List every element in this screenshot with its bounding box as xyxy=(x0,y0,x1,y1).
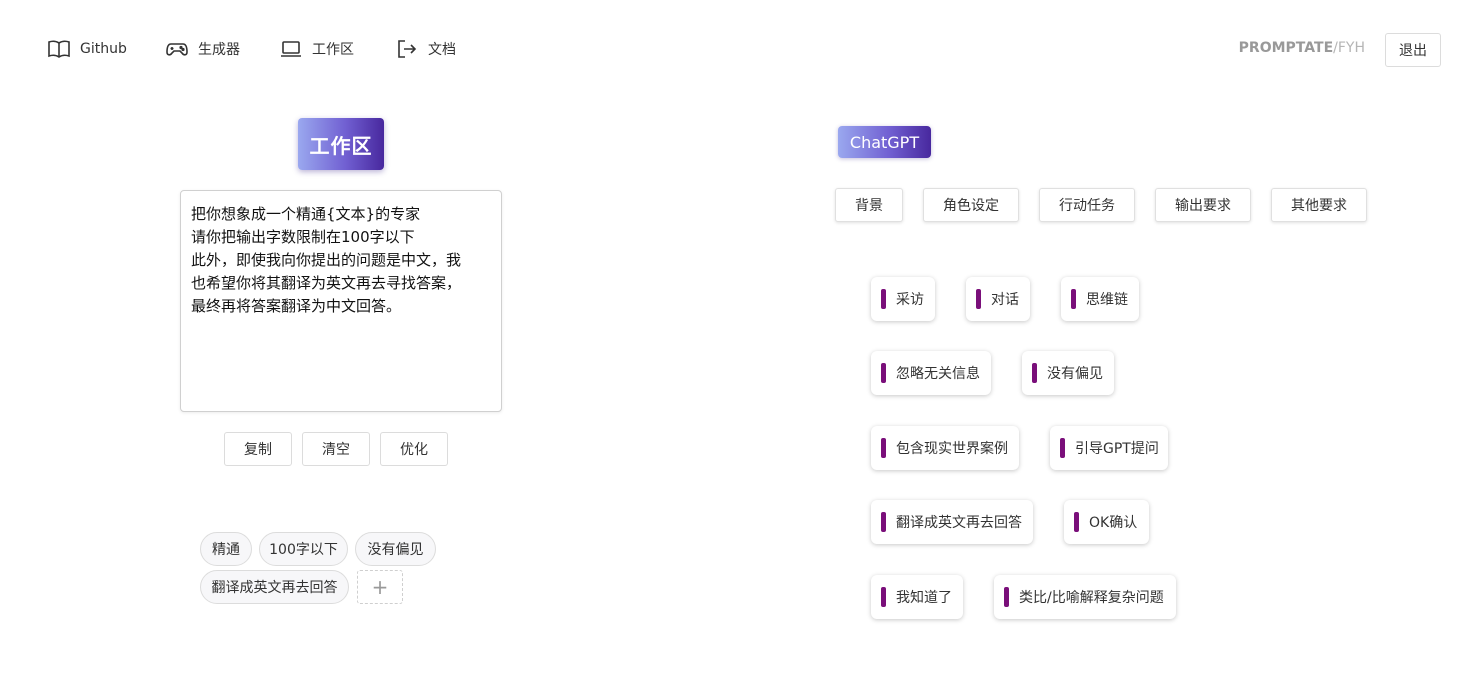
chip-label: 忽略无关信息 xyxy=(896,366,980,382)
chip-label: 没有偏见 xyxy=(1047,366,1103,382)
prompt-chip[interactable]: 引导GPT提问 xyxy=(1050,426,1168,470)
category-tab[interactable]: 行动任务 xyxy=(1039,188,1135,222)
top-nav: Github 生成器 工作区 文档 PROMPTATE/FYH 退出 xyxy=(0,0,1481,98)
nav-item-github[interactable]: Github xyxy=(48,38,127,60)
category-tab[interactable]: 输出要求 xyxy=(1155,188,1251,222)
nav-item-docs[interactable]: 文档 xyxy=(396,38,456,60)
category-tab[interactable]: 其他要求 xyxy=(1271,188,1367,222)
category-tab[interactable]: 角色设定 xyxy=(923,188,1019,222)
selected-tag[interactable]: 翻译成英文再去回答 xyxy=(200,570,349,604)
chip-marker xyxy=(881,587,886,607)
sign-out-icon xyxy=(398,40,417,58)
brand: PROMPTATE/FYH xyxy=(1239,40,1365,56)
chatgpt-title: ChatGPT xyxy=(838,126,931,158)
workspace-title: 工作区 xyxy=(298,118,384,170)
selected-tag[interactable]: 100字以下 xyxy=(259,532,348,566)
prompt-chip[interactable]: 翻译成英文再去回答 xyxy=(871,500,1033,544)
brand-suffix: /FYH xyxy=(1333,40,1365,56)
editor-line: 此外，即使我向你提出的问题是中文，我 xyxy=(191,251,462,269)
chip-label: 思维链 xyxy=(1086,292,1128,308)
nav-item-generator[interactable]: 生成器 xyxy=(166,38,240,60)
optimize-button[interactable]: 优化 xyxy=(380,432,448,466)
brand-name: PROMPTATE xyxy=(1238,40,1334,56)
nav-item-label: 文档 xyxy=(428,42,456,58)
prompt-chip[interactable]: 我知道了 xyxy=(871,575,963,619)
chip-marker xyxy=(881,512,886,532)
editor-line: 请你把输出字数限制在100字以下 xyxy=(191,228,415,246)
chip-label: 引导GPT提问 xyxy=(1075,441,1159,457)
chip-marker xyxy=(881,438,886,458)
prompt-chip[interactable]: 对话 xyxy=(966,277,1030,321)
prompt-chip[interactable]: 忽略无关信息 xyxy=(871,351,991,395)
chip-marker xyxy=(881,289,886,309)
copy-button[interactable]: 复制 xyxy=(224,432,292,466)
chip-marker xyxy=(1071,289,1076,309)
prompt-chip[interactable]: 没有偏见 xyxy=(1022,351,1114,395)
editor-line: 也希望你将其翻译为英文再去寻找答案， xyxy=(191,274,462,292)
prompt-chip[interactable]: OK确认 xyxy=(1064,500,1149,544)
chip-marker xyxy=(1004,587,1009,607)
nav-item-label: Github xyxy=(80,41,127,57)
chip-label: 包含现实世界案例 xyxy=(896,441,1008,457)
editor-line: 把你想象成一个精通{文本}的专家 xyxy=(191,205,421,223)
nav-item-workspace[interactable]: 工作区 xyxy=(280,38,354,60)
prompt-editor[interactable]: 把你想象成一个精通{文本}的专家 请你把输出字数限制在100字以下 此外，即使我… xyxy=(180,190,502,412)
chip-label: 采访 xyxy=(896,292,924,308)
chip-label: 我知道了 xyxy=(896,590,952,606)
chip-marker xyxy=(1060,438,1065,458)
prompt-chip[interactable]: 类比/比喻解释复杂问题 xyxy=(994,575,1176,619)
chip-marker xyxy=(1032,363,1037,383)
logout-button[interactable]: 退出 xyxy=(1385,33,1441,67)
nav-item-label: 生成器 xyxy=(198,42,240,58)
prompt-chip[interactable]: 包含现实世界案例 xyxy=(871,426,1019,470)
chip-label: 翻译成英文再去回答 xyxy=(896,515,1022,531)
chip-label: 对话 xyxy=(991,292,1019,308)
chip-marker xyxy=(1074,512,1079,532)
chip-label: OK确认 xyxy=(1089,515,1138,531)
selected-tag[interactable]: 精通 xyxy=(200,532,252,566)
chip-marker xyxy=(976,289,981,309)
nav-item-label: 工作区 xyxy=(312,42,354,58)
category-tab[interactable]: 背景 xyxy=(835,188,903,222)
gamepad-icon xyxy=(166,43,188,56)
prompt-chip[interactable]: 思维链 xyxy=(1061,277,1139,321)
selected-tag[interactable]: 没有偏见 xyxy=(355,532,436,566)
clear-button[interactable]: 清空 xyxy=(302,432,370,466)
editor-line: 最终再将答案翻译为中文回答。 xyxy=(191,297,402,315)
chip-marker xyxy=(881,363,886,383)
laptop-icon xyxy=(281,41,301,57)
prompt-chip[interactable]: 采访 xyxy=(871,277,935,321)
book-open-icon xyxy=(48,40,70,58)
add-tag-button[interactable]: + xyxy=(357,570,403,604)
chip-label: 类比/比喻解释复杂问题 xyxy=(1019,590,1164,606)
